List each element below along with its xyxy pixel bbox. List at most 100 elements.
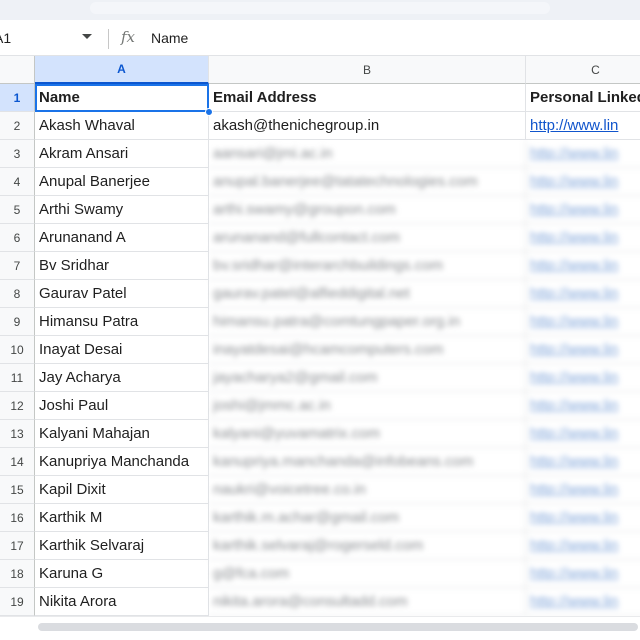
- email-cell[interactable]: akash@thenichegroup.in: [209, 112, 526, 140]
- email-cell[interactable]: karthik.m.achar@gmail.com: [209, 504, 526, 532]
- email-cell[interactable]: nikita.arora@consultadd.com: [209, 588, 526, 616]
- row-header[interactable]: 10: [0, 336, 35, 364]
- email-cell[interactable]: himansu.patra@comtungpaper.org.in: [209, 308, 526, 336]
- row-header[interactable]: 18: [0, 560, 35, 588]
- table-row: 7 Bv Sridhar bv.sridhar@interarchbuildings…: [0, 252, 640, 280]
- name-cell[interactable]: Himansu Patra: [35, 308, 209, 336]
- name-cell[interactable]: Bv Sridhar: [35, 252, 209, 280]
- name-cell[interactable]: Akash Whaval: [35, 112, 209, 140]
- toolbar-strip: [0, 0, 640, 20]
- email-cell[interactable]: joshi@jmmc.ac.in: [209, 392, 526, 420]
- table-row: 19 Nikita Arora nikita.arora@consultadd.co…: [0, 588, 640, 616]
- linkedin-cell[interactable]: http://www.lin: [526, 420, 640, 448]
- linkedin-cell[interactable]: http://www.lin: [526, 504, 640, 532]
- select-all-corner[interactable]: [0, 56, 35, 84]
- table-row: 13 Kalyani Mahajan kalyani@yuvamatrix.com h…: [0, 420, 640, 448]
- table-row: 18 Karuna Gg@fca.com http://www.lin: [0, 560, 640, 588]
- table-row: 15 Kapil Dixit naukri@voicetree.co.in http:…: [0, 476, 640, 504]
- linkedin-cell[interactable]: http://www.lin: [526, 280, 640, 308]
- email-cell[interactable]: karthik.selvaraj@rogerseld.com: [209, 532, 526, 560]
- linkedin-cell[interactable]: http://www.lin: [526, 364, 640, 392]
- scrollbar-thumb[interactable]: [38, 623, 638, 631]
- header-cell-name[interactable]: Name: [35, 84, 209, 112]
- email-cell[interactable]: gaurav.patel@alfieddigital.net: [209, 280, 526, 308]
- linkedin-cell[interactable]: http://www.lin: [526, 532, 640, 560]
- name-cell[interactable]: Inayat Desai: [35, 336, 209, 364]
- email-cell[interactable]: jayacharya2@gmail.com: [209, 364, 526, 392]
- linkedin-cell[interactable]: http://www.lin: [526, 588, 640, 616]
- row-header[interactable]: 19: [0, 588, 35, 616]
- name-cell[interactable]: Jay Acharya: [35, 364, 209, 392]
- name-box[interactable]: A1: [0, 26, 100, 50]
- row-header[interactable]: 11: [0, 364, 35, 392]
- row-header[interactable]: 13: [0, 420, 35, 448]
- cell-reference: A1: [0, 30, 12, 46]
- header-cell-email[interactable]: Email Address: [209, 84, 526, 112]
- column-header-b[interactable]: B: [209, 56, 526, 84]
- row-header[interactable]: 2: [0, 112, 35, 140]
- name-cell[interactable]: Karthik Selvaraj: [35, 532, 209, 560]
- name-cell[interactable]: Karthik M: [35, 504, 209, 532]
- horizontal-scrollbar[interactable]: [0, 616, 640, 640]
- name-cell[interactable]: Kalyani Mahajan: [35, 420, 209, 448]
- email-cell[interactable]: kanupriya.manchanda@infobeans.com: [209, 448, 526, 476]
- linkedin-cell[interactable]: http://www.lin: [526, 224, 640, 252]
- linkedin-cell[interactable]: http://www.lin: [526, 196, 640, 224]
- email-cell[interactable]: anupal.banerjee@tatatechnologies.com: [209, 168, 526, 196]
- chevron-down-icon[interactable]: [82, 34, 92, 39]
- email-cell[interactable]: arthi.swamy@groupon.com: [209, 196, 526, 224]
- row-header[interactable]: 12: [0, 392, 35, 420]
- row-header[interactable]: 8: [0, 280, 35, 308]
- name-cell[interactable]: Arunanand A: [35, 224, 209, 252]
- table-row: 9 Himansu Patra himansu.patra@comtungpaper…: [0, 308, 640, 336]
- row-header[interactable]: 14: [0, 448, 35, 476]
- linkedin-cell[interactable]: http://www.lin: [526, 392, 640, 420]
- linkedin-cell[interactable]: http://www.lin: [526, 336, 640, 364]
- row-header[interactable]: 4: [0, 168, 35, 196]
- linkedin-cell[interactable]: http://www.lin: [526, 476, 640, 504]
- email-cell[interactable]: kalyani@yuvamatrix.com: [209, 420, 526, 448]
- linkedin-cell[interactable]: http://www.lin: [526, 168, 640, 196]
- email-cell[interactable]: naukri@voicetree.co.in: [209, 476, 526, 504]
- email-cell[interactable]: bv.sridhar@interarchbuildings.com: [209, 252, 526, 280]
- fill-handle[interactable]: [205, 108, 213, 116]
- column-header-a[interactable]: A: [35, 56, 209, 84]
- table-row: 8 Gaurav Patel gaurav.patel@alfieddigital.…: [0, 280, 640, 308]
- header-row: 1 Name Email Address Personal Linked: [0, 84, 640, 112]
- row-header[interactable]: 15: [0, 476, 35, 504]
- row-header[interactable]: 5: [0, 196, 35, 224]
- formula-divider: [108, 29, 109, 49]
- name-cell[interactable]: Akram Ansari: [35, 140, 209, 168]
- linkedin-cell[interactable]: http://www.lin: [526, 140, 640, 168]
- linkedin-cell[interactable]: http://www.lin: [526, 112, 640, 140]
- row-header[interactable]: 7: [0, 252, 35, 280]
- name-cell[interactable]: Karuna G: [35, 560, 209, 588]
- linkedin-cell[interactable]: http://www.lin: [526, 560, 640, 588]
- linkedin-cell[interactable]: http://www.lin: [526, 448, 640, 476]
- name-cell[interactable]: Gaurav Patel: [35, 280, 209, 308]
- table-row: 10 Inayat Desai inayatdesai@hcamcomputers.…: [0, 336, 640, 364]
- formula-input[interactable]: Name: [151, 30, 188, 46]
- email-cell[interactable]: arunanand@fullcontact.com: [209, 224, 526, 252]
- name-cell[interactable]: Kapil Dixit: [35, 476, 209, 504]
- email-cell[interactable]: aansari@jmi.ac.in: [209, 140, 526, 168]
- row-header[interactable]: 6: [0, 224, 35, 252]
- formula-bar: A1 fx Name: [0, 20, 640, 56]
- name-cell[interactable]: Kanupriya Manchanda: [35, 448, 209, 476]
- row-header[interactable]: 16: [0, 504, 35, 532]
- row-header[interactable]: 1: [0, 84, 35, 112]
- linkedin-cell[interactable]: http://www.lin: [526, 252, 640, 280]
- row-header[interactable]: 17: [0, 532, 35, 560]
- name-cell[interactable]: Joshi Paul: [35, 392, 209, 420]
- email-cell[interactable]: inayatdesai@hcamcomputers.com: [209, 336, 526, 364]
- row-header[interactable]: 9: [0, 308, 35, 336]
- email-cell[interactable]: g@fca.com: [209, 560, 526, 588]
- name-cell[interactable]: Arthi Swamy: [35, 196, 209, 224]
- name-cell[interactable]: Anupal Banerjee: [35, 168, 209, 196]
- row-header[interactable]: 3: [0, 140, 35, 168]
- name-cell[interactable]: Nikita Arora: [35, 588, 209, 616]
- toolbar-placeholder: [90, 2, 550, 14]
- column-header-c[interactable]: C: [526, 56, 640, 84]
- header-cell-linkedin[interactable]: Personal Linked: [526, 84, 640, 112]
- linkedin-cell[interactable]: http://www.lin: [526, 308, 640, 336]
